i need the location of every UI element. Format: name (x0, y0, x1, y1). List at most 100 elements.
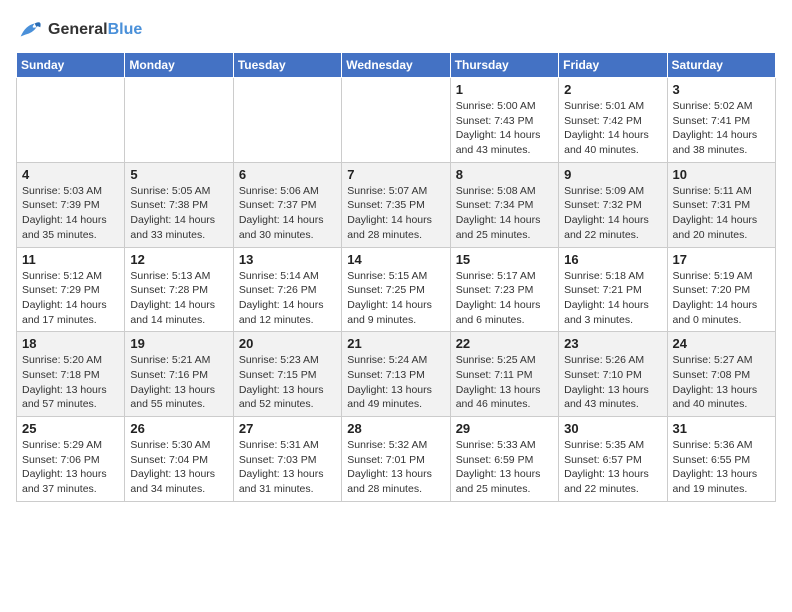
day-info: Sunrise: 5:19 AM Sunset: 7:20 PM Dayligh… (673, 269, 770, 328)
day-number: 24 (673, 336, 770, 351)
day-number: 22 (456, 336, 553, 351)
calendar-cell: 31 Sunrise: 5:36 AM Sunset: 6:55 PM Dayli… (667, 417, 775, 502)
weekday-header-tuesday: Tuesday (233, 53, 341, 78)
calendar-cell: 25 Sunrise: 5:29 AM Sunset: 7:06 PM Dayli… (17, 417, 125, 502)
day-number: 25 (22, 421, 119, 436)
day-info: Sunrise: 5:01 AM Sunset: 7:42 PM Dayligh… (564, 99, 661, 158)
calendar-week-row: 4 Sunrise: 5:03 AM Sunset: 7:39 PM Daylig… (17, 162, 776, 247)
logo-text: GeneralBlue (48, 21, 142, 39)
calendar-cell: 18 Sunrise: 5:20 AM Sunset: 7:18 PM Dayli… (17, 332, 125, 417)
day-info: Sunrise: 5:35 AM Sunset: 6:57 PM Dayligh… (564, 438, 661, 497)
calendar-header-row: SundayMondayTuesdayWednesdayThursdayFrid… (17, 53, 776, 78)
day-info: Sunrise: 5:08 AM Sunset: 7:34 PM Dayligh… (456, 184, 553, 243)
calendar-cell: 15 Sunrise: 5:17 AM Sunset: 7:23 PM Dayli… (450, 247, 558, 332)
day-number: 5 (130, 167, 227, 182)
day-info: Sunrise: 5:09 AM Sunset: 7:32 PM Dayligh… (564, 184, 661, 243)
calendar-table: SundayMondayTuesdayWednesdayThursdayFrid… (16, 52, 776, 502)
day-number: 3 (673, 82, 770, 97)
day-number: 13 (239, 252, 336, 267)
day-info: Sunrise: 5:21 AM Sunset: 7:16 PM Dayligh… (130, 353, 227, 412)
calendar-cell: 5 Sunrise: 5:05 AM Sunset: 7:38 PM Daylig… (125, 162, 233, 247)
day-number: 18 (22, 336, 119, 351)
calendar-cell: 7 Sunrise: 5:07 AM Sunset: 7:35 PM Daylig… (342, 162, 450, 247)
day-info: Sunrise: 5:13 AM Sunset: 7:28 PM Dayligh… (130, 269, 227, 328)
weekday-header-sunday: Sunday (17, 53, 125, 78)
day-number: 4 (22, 167, 119, 182)
calendar-cell: 13 Sunrise: 5:14 AM Sunset: 7:26 PM Dayli… (233, 247, 341, 332)
day-info: Sunrise: 5:31 AM Sunset: 7:03 PM Dayligh… (239, 438, 336, 497)
calendar-cell (17, 78, 125, 163)
calendar-cell: 30 Sunrise: 5:35 AM Sunset: 6:57 PM Dayli… (559, 417, 667, 502)
day-number: 7 (347, 167, 444, 182)
calendar-week-row: 1 Sunrise: 5:00 AM Sunset: 7:43 PM Daylig… (17, 78, 776, 163)
day-number: 2 (564, 82, 661, 97)
day-info: Sunrise: 5:36 AM Sunset: 6:55 PM Dayligh… (673, 438, 770, 497)
calendar-cell: 6 Sunrise: 5:06 AM Sunset: 7:37 PM Daylig… (233, 162, 341, 247)
day-info: Sunrise: 5:25 AM Sunset: 7:11 PM Dayligh… (456, 353, 553, 412)
calendar-cell: 16 Sunrise: 5:18 AM Sunset: 7:21 PM Dayli… (559, 247, 667, 332)
calendar-cell: 2 Sunrise: 5:01 AM Sunset: 7:42 PM Daylig… (559, 78, 667, 163)
day-info: Sunrise: 5:17 AM Sunset: 7:23 PM Dayligh… (456, 269, 553, 328)
weekday-header-saturday: Saturday (667, 53, 775, 78)
day-number: 28 (347, 421, 444, 436)
calendar-cell: 10 Sunrise: 5:11 AM Sunset: 7:31 PM Dayli… (667, 162, 775, 247)
day-number: 10 (673, 167, 770, 182)
day-info: Sunrise: 5:07 AM Sunset: 7:35 PM Dayligh… (347, 184, 444, 243)
day-info: Sunrise: 5:26 AM Sunset: 7:10 PM Dayligh… (564, 353, 661, 412)
calendar-cell: 19Sunrise: 5:21 AM Sunset: 7:16 PM Dayli… (125, 332, 233, 417)
day-info: Sunrise: 5:12 AM Sunset: 7:29 PM Dayligh… (22, 269, 119, 328)
calendar-cell: 12 Sunrise: 5:13 AM Sunset: 7:28 PM Dayli… (125, 247, 233, 332)
day-number: 15 (456, 252, 553, 267)
day-number: 31 (673, 421, 770, 436)
day-info: Sunrise: 5:00 AM Sunset: 7:43 PM Dayligh… (456, 99, 553, 158)
weekday-header-monday: Monday (125, 53, 233, 78)
day-number: 23 (564, 336, 661, 351)
calendar-cell: 20Sunrise: 5:23 AM Sunset: 7:15 PM Dayli… (233, 332, 341, 417)
day-info: Sunrise: 5:32 AM Sunset: 7:01 PM Dayligh… (347, 438, 444, 497)
day-number: 6 (239, 167, 336, 182)
calendar-week-row: 18 Sunrise: 5:20 AM Sunset: 7:18 PM Dayli… (17, 332, 776, 417)
day-info: Sunrise: 5:23 AM Sunset: 7:15 PM Dayligh… (239, 353, 336, 412)
calendar-cell: 8 Sunrise: 5:08 AM Sunset: 7:34 PM Daylig… (450, 162, 558, 247)
day-info: Sunrise: 5:11 AM Sunset: 7:31 PM Dayligh… (673, 184, 770, 243)
day-number: 9 (564, 167, 661, 182)
calendar-cell: 11Sunrise: 5:12 AM Sunset: 7:29 PM Dayli… (17, 247, 125, 332)
logo-bird-icon (16, 16, 44, 44)
logo: GeneralBlue (16, 16, 142, 44)
calendar-cell: 3 Sunrise: 5:02 AM Sunset: 7:41 PM Daylig… (667, 78, 775, 163)
day-info: Sunrise: 5:30 AM Sunset: 7:04 PM Dayligh… (130, 438, 227, 497)
calendar-cell: 29 Sunrise: 5:33 AM Sunset: 6:59 PM Dayli… (450, 417, 558, 502)
day-info: Sunrise: 5:18 AM Sunset: 7:21 PM Dayligh… (564, 269, 661, 328)
day-number: 30 (564, 421, 661, 436)
calendar-cell: 17Sunrise: 5:19 AM Sunset: 7:20 PM Dayli… (667, 247, 775, 332)
day-number: 12 (130, 252, 227, 267)
day-number: 29 (456, 421, 553, 436)
calendar-cell: 4 Sunrise: 5:03 AM Sunset: 7:39 PM Daylig… (17, 162, 125, 247)
day-number: 26 (130, 421, 227, 436)
page-header: GeneralBlue (16, 16, 776, 44)
calendar-cell: 26 Sunrise: 5:30 AM Sunset: 7:04 PM Dayli… (125, 417, 233, 502)
day-info: Sunrise: 5:02 AM Sunset: 7:41 PM Dayligh… (673, 99, 770, 158)
calendar-cell: 23 Sunrise: 5:26 AM Sunset: 7:10 PM Dayli… (559, 332, 667, 417)
calendar-cell: 22 Sunrise: 5:25 AM Sunset: 7:11 PM Dayli… (450, 332, 558, 417)
day-number: 27 (239, 421, 336, 436)
day-info: Sunrise: 5:03 AM Sunset: 7:39 PM Dayligh… (22, 184, 119, 243)
day-info: Sunrise: 5:05 AM Sunset: 7:38 PM Dayligh… (130, 184, 227, 243)
day-info: Sunrise: 5:27 AM Sunset: 7:08 PM Dayligh… (673, 353, 770, 412)
day-number: 16 (564, 252, 661, 267)
day-info: Sunrise: 5:33 AM Sunset: 6:59 PM Dayligh… (456, 438, 553, 497)
day-number: 1 (456, 82, 553, 97)
day-info: Sunrise: 5:29 AM Sunset: 7:06 PM Dayligh… (22, 438, 119, 497)
day-number: 21 (347, 336, 444, 351)
day-info: Sunrise: 5:20 AM Sunset: 7:18 PM Dayligh… (22, 353, 119, 412)
day-number: 14 (347, 252, 444, 267)
day-number: 8 (456, 167, 553, 182)
weekday-header-thursday: Thursday (450, 53, 558, 78)
day-info: Sunrise: 5:06 AM Sunset: 7:37 PM Dayligh… (239, 184, 336, 243)
calendar-cell: 14 Sunrise: 5:15 AM Sunset: 7:25 PM Dayli… (342, 247, 450, 332)
calendar-cell: 24 Sunrise: 5:27 AM Sunset: 7:08 PM Dayli… (667, 332, 775, 417)
day-info: Sunrise: 5:15 AM Sunset: 7:25 PM Dayligh… (347, 269, 444, 328)
calendar-cell: 1 Sunrise: 5:00 AM Sunset: 7:43 PM Daylig… (450, 78, 558, 163)
calendar-cell (233, 78, 341, 163)
day-info: Sunrise: 5:14 AM Sunset: 7:26 PM Dayligh… (239, 269, 336, 328)
